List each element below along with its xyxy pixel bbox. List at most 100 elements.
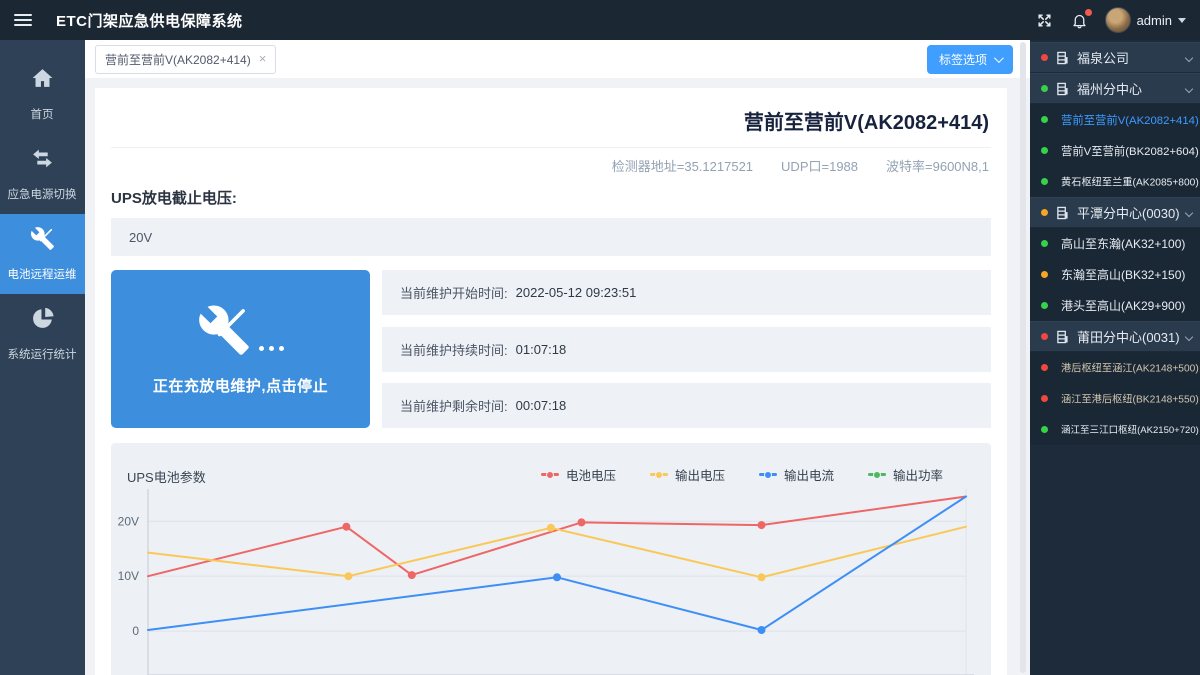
- meta-item: UDP口=1988: [781, 156, 858, 175]
- ups-chart-card: 010V20V1h2h3h时间（小时） UPS电池参数 电池电压输出电压输出电流…: [111, 443, 991, 675]
- maintenance-time-row: 当前维护持续时间:01:07:18: [382, 327, 991, 372]
- chart-title: UPS电池参数: [127, 467, 206, 486]
- wrench-icon: [197, 303, 251, 357]
- close-icon[interactable]: ×: [259, 54, 267, 64]
- tree-group[interactable]: 平潭分中心(0030): [1030, 197, 1200, 228]
- app-title: ETC门架应急供电保障系统: [56, 10, 243, 31]
- app-window: ETC门架应急供电保障系统 admin: [0, 0, 1200, 675]
- tree-label: 东瀚至高山(BK32+150): [1061, 266, 1185, 283]
- tree-route[interactable]: 高山至东瀚(AK32+100): [1030, 228, 1200, 259]
- tree-label: 莆田分中心(0031): [1077, 327, 1180, 346]
- building-icon: [1056, 82, 1069, 96]
- sidebar-item-label: 系统运行统计: [8, 345, 77, 361]
- tree-route[interactable]: 营前V至营前(BK2082+604): [1030, 135, 1200, 166]
- legend-marker: [541, 473, 559, 476]
- tree-route[interactable]: 营前至营前V(AK2082+414): [1030, 104, 1200, 135]
- status-dot: [1041, 302, 1048, 309]
- time-label: 当前维护开始时间:: [400, 283, 508, 302]
- tree-route[interactable]: 港后枢纽至涵江(AK2148+500): [1030, 352, 1200, 383]
- status-dot: [1041, 426, 1048, 433]
- legend-label: 输出电流: [784, 465, 834, 484]
- tree-label: 营前至营前V(AK2082+414): [1061, 111, 1199, 127]
- tree-label: 营前V至营前(BK2082+604): [1061, 142, 1199, 158]
- tree-label: 黄石枢纽至兰重(AK2085+800): [1061, 174, 1199, 188]
- tools-icon: [30, 226, 55, 265]
- sidebar-item-power-switch[interactable]: 应急电源切换: [0, 134, 85, 214]
- status-dot: [1041, 54, 1048, 61]
- status-dot: [1041, 178, 1048, 185]
- fullscreen-icon[interactable]: [1035, 10, 1055, 30]
- tree-label: 港头至高山(AK29+900): [1061, 297, 1185, 314]
- building-icon: [1056, 206, 1069, 220]
- maintenance-section: 正在充放电维护,点击停止 当前维护开始时间:2022-05-12 09:23:5…: [111, 270, 991, 428]
- legend-label: 电池电压: [566, 465, 616, 484]
- building-icon: [1056, 51, 1069, 65]
- caret-down-icon: [1178, 18, 1186, 23]
- tree-label: 平潭分中心(0030): [1077, 203, 1180, 222]
- device-meta: 检测器地址=35.1217521 UDP口=1988 波特率=9600N8,1: [111, 148, 991, 175]
- status-dot: [1041, 395, 1048, 402]
- time-value: 01:07:18: [516, 342, 567, 357]
- status-dot: [1041, 271, 1048, 278]
- tree-group[interactable]: 福州分中心: [1030, 73, 1200, 104]
- pie-icon: [30, 306, 55, 345]
- legend-marker: [650, 473, 668, 476]
- tree-label: 涵江至港后枢纽(BK2148+550): [1061, 391, 1199, 405]
- sidebar-item-label: 应急电源切换: [8, 185, 77, 201]
- chevron-down-icon: [994, 53, 1004, 63]
- tree-label: 福州分中心: [1077, 79, 1142, 98]
- main-area: 营前至营前V(AK2082+414) × 标签选项 营前至营前V(AK2082+…: [85, 40, 1030, 675]
- svg-text:0: 0: [132, 624, 139, 638]
- legend-label: 输出功率: [893, 465, 943, 484]
- maintenance-time-row: 当前维护剩余时间:00:07:18: [382, 383, 991, 428]
- legend-marker: [759, 473, 777, 476]
- page-title: 营前至营前V(AK2082+414): [111, 98, 991, 148]
- tree-label: 港后枢纽至涵江(AK2148+500): [1061, 360, 1199, 374]
- ellipsis-dots: [259, 346, 284, 357]
- tree-group[interactable]: 福泉公司: [1030, 42, 1200, 73]
- swap-icon: [30, 146, 55, 185]
- chevron-down-icon: [1185, 53, 1193, 61]
- stop-maintenance-button[interactable]: 正在充放电维护,点击停止: [111, 270, 370, 428]
- meta-item: 检测器地址=35.1217521: [612, 156, 753, 175]
- sidebar-item-system-stats[interactable]: 系统运行统计: [0, 294, 85, 374]
- tag-options-button[interactable]: 标签选项: [927, 45, 1013, 74]
- tab-current-gantry[interactable]: 营前至营前V(AK2082+414) ×: [95, 45, 276, 74]
- topbar: ETC门架应急供电保障系统 admin: [0, 0, 1200, 40]
- legend-item[interactable]: 输出功率: [868, 465, 943, 484]
- chart-legend: 电池电压 输出电压 输出电流 输出功率: [541, 465, 943, 484]
- cutoff-voltage-value: 20V: [111, 218, 991, 256]
- notification-badge: [1085, 9, 1092, 16]
- avatar[interactable]: [1105, 7, 1131, 33]
- status-dot: [1041, 333, 1048, 340]
- tree-route[interactable]: 涵江至港后枢纽(BK2148+550): [1030, 383, 1200, 414]
- sidebar-item-battery-ops[interactable]: 电池远程运维: [0, 214, 85, 294]
- tree-route[interactable]: 东瀚至高山(BK32+150): [1030, 259, 1200, 290]
- legend-item[interactable]: 输出电压: [650, 465, 725, 484]
- svg-text:20V: 20V: [118, 514, 139, 528]
- tree-group[interactable]: 莆田分中心(0031): [1030, 321, 1200, 352]
- stop-maintenance-label: 正在充放电维护,点击停止: [153, 375, 328, 396]
- tree-label: 涵江至三江口枢纽(AK2150+720): [1061, 423, 1199, 436]
- cutoff-voltage-label: UPS放电截止电压:: [111, 187, 991, 208]
- building-icon: [1056, 330, 1069, 344]
- meta-item: 波特率=9600N8,1: [886, 156, 989, 175]
- tree-route[interactable]: 涵江至三江口枢纽(AK2150+720): [1030, 414, 1200, 445]
- status-dot: [1041, 364, 1048, 371]
- legend-item[interactable]: 电池电压: [541, 465, 616, 484]
- tag-options-label: 标签选项: [939, 51, 987, 68]
- legend-label: 输出电压: [675, 465, 725, 484]
- menu-icon[interactable]: [14, 14, 32, 26]
- notifications-icon[interactable]: [1070, 10, 1090, 30]
- status-dot: [1041, 147, 1048, 154]
- tree-route[interactable]: 港头至高山(AK29+900): [1030, 290, 1200, 321]
- vertical-scrollbar[interactable]: [1020, 42, 1026, 673]
- sidebar-item-home[interactable]: 首页: [0, 54, 85, 134]
- tree-route[interactable]: 黄石枢纽至兰重(AK2085+800): [1030, 166, 1200, 197]
- tab-label: 营前至营前V(AK2082+414): [105, 51, 251, 68]
- content-panel: 营前至营前V(AK2082+414) 检测器地址=35.1217521 UDP口=…: [95, 88, 1007, 675]
- right-sidebar: 福泉公司福州分中心营前至营前V(AK2082+414) 营前V至营前(BK2082…: [1030, 40, 1200, 675]
- time-label: 当前维护剩余时间:: [400, 396, 508, 415]
- user-menu[interactable]: admin: [1105, 7, 1186, 33]
- legend-item[interactable]: 输出电流: [759, 465, 834, 484]
